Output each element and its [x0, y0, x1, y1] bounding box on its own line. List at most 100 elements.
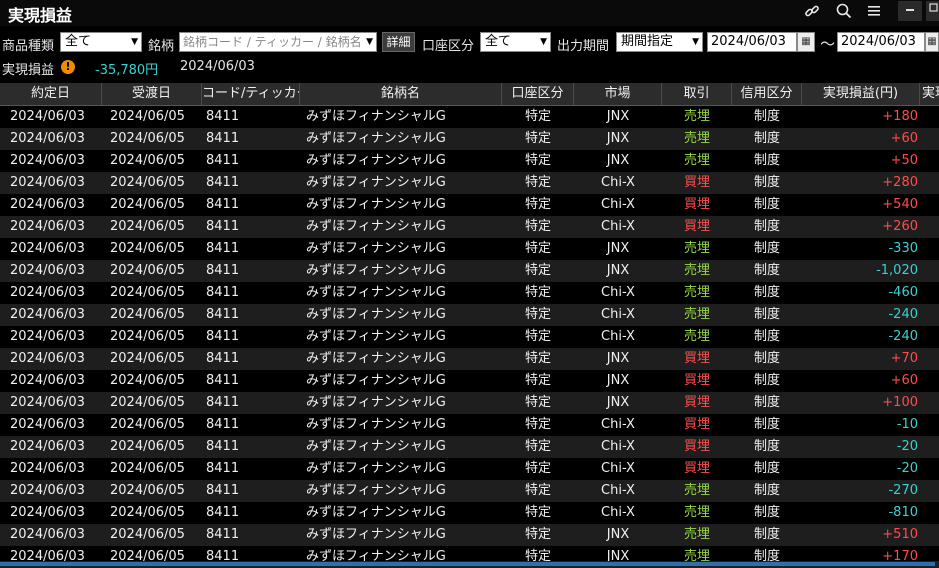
table-row[interactable]: 2024/06/03 2024/06/05 8411 みずほフィナンシャルG 特定 JNX…	[0, 150, 939, 172]
column-header-trade-date[interactable]: 約定日	[0, 83, 102, 105]
table-row[interactable]: 2024/06/03 2024/06/05 8411 みずほフィナンシャルG 特定 JNX…	[0, 238, 939, 260]
cell-settlement-date: 2024/06/05	[110, 175, 185, 190]
cell-trade-date: 2024/06/03	[10, 527, 85, 542]
cell-margin-type: 制度	[753, 373, 780, 388]
column-header-account[interactable]: 口座区分	[502, 83, 574, 105]
cell-settlement-date: 2024/06/05	[110, 483, 185, 498]
cell-name: みずほフィナンシャルG	[306, 439, 446, 454]
cell-name: みずほフィナンシャルG	[306, 483, 446, 498]
account-type-select[interactable]: 全て ▼	[480, 32, 551, 52]
column-header-margin-type[interactable]: 信用区分	[732, 83, 802, 105]
table-row[interactable]: 2024/06/03 2024/06/05 8411 みずほフィナンシャルG 特定 Chi…	[0, 458, 939, 480]
chevron-down-icon: ▼	[692, 37, 699, 47]
column-header-trade[interactable]: 取引	[662, 83, 732, 105]
cell-market: Chi-X	[601, 175, 635, 190]
cell-account: 特定	[524, 285, 551, 300]
realized-pl-table: 約定日 受渡日 コード/ティッカー 銘柄名 口座区分 市場 取引 信用区分 実現…	[0, 83, 939, 568]
cell-trade: 買埋	[683, 219, 710, 234]
table-row[interactable]: 2024/06/03 2024/06/05 8411 みずほフィナンシャルG 特定 Chi…	[0, 480, 939, 502]
cell-name: みずほフィナンシャルG	[306, 417, 446, 432]
table-row[interactable]: 2024/06/03 2024/06/05 8411 みずほフィナンシャルG 特定 JNX…	[0, 260, 939, 282]
menu-icon-svg	[868, 6, 880, 16]
cell-margin-type: 制度	[753, 461, 780, 476]
table-row[interactable]: 2024/06/03 2024/06/05 8411 みずほフィナンシャルG 特定 Chi…	[0, 436, 939, 458]
cell-margin-type: 制度	[753, 329, 780, 344]
table-row[interactable]: 2024/06/03 2024/06/05 8411 みずほフィナンシャルG 特定 Chi…	[0, 216, 939, 238]
chevron-down-icon: ▼	[540, 37, 547, 47]
cell-code: 8411	[206, 461, 240, 476]
cell-code: 8411	[206, 131, 240, 146]
table-row[interactable]: 2024/06/03 2024/06/05 8411 みずほフィナンシャルG 特定 JNX…	[0, 128, 939, 150]
link-icon[interactable]	[802, 3, 822, 23]
date-from-input[interactable]: 2024/06/03	[707, 32, 797, 52]
cell-trade: 買埋	[683, 439, 710, 454]
symbol-label: 銘柄	[148, 39, 175, 54]
scrollbar-thumb[interactable]	[0, 562, 935, 566]
cell-realized-pl: +510	[882, 527, 918, 542]
table-row[interactable]: 2024/06/03 2024/06/05 8411 みずほフィナンシャルG 特定 JNX…	[0, 348, 939, 370]
cell-market: JNX	[606, 373, 630, 388]
table-row[interactable]: 2024/06/03 2024/06/05 8411 みずほフィナンシャルG 特定 Chi…	[0, 172, 939, 194]
table-row[interactable]: 2024/06/03 2024/06/05 8411 みずほフィナンシャルG 特定 Chi…	[0, 282, 939, 304]
cell-trade-date: 2024/06/03	[10, 131, 85, 146]
restore-icon[interactable]	[926, 1, 939, 21]
minimize-icon[interactable]	[898, 1, 922, 21]
symbol-input[interactable]: 銘柄コード / ティッカー / 銘柄名 ▼	[179, 32, 377, 52]
cell-settlement-date: 2024/06/05	[110, 241, 185, 256]
calendar-icon[interactable]: ▦	[797, 32, 815, 52]
cell-market: Chi-X	[601, 307, 635, 322]
cell-trade: 売埋	[683, 109, 710, 124]
horizontal-scrollbar[interactable]	[0, 561, 939, 568]
period-select[interactable]: 期間指定 ▼	[616, 32, 703, 52]
cell-account: 特定	[524, 395, 551, 410]
account-type-value: 全て	[485, 34, 512, 49]
table-row[interactable]: 2024/06/03 2024/06/05 8411 みずほフィナンシャルG 特定 Chi…	[0, 194, 939, 216]
column-header-name[interactable]: 銘柄名	[300, 83, 502, 105]
cell-margin-type: 制度	[753, 109, 780, 124]
table-body: 2024/06/03 2024/06/05 8411 みずほフィナンシャルG 特定 JNX…	[0, 106, 939, 568]
table-row[interactable]: 2024/06/03 2024/06/05 8411 みずほフィナンシャルG 特定 JNX…	[0, 524, 939, 546]
table-row[interactable]: 2024/06/03 2024/06/05 8411 みずほフィナンシャルG 特定 JNX…	[0, 392, 939, 414]
account-type-label: 口座区分	[422, 39, 475, 54]
column-header-settlement-date[interactable]: 受渡日	[102, 83, 202, 105]
table-row[interactable]: 2024/06/03 2024/06/05 8411 みずほフィナンシャルG 特定 Chi…	[0, 414, 939, 436]
summary-bar: 実現損益 ! -35,780円 2024/06/03	[0, 58, 939, 80]
cell-settlement-date: 2024/06/05	[110, 417, 185, 432]
cell-realized-pl: -270	[888, 483, 918, 498]
cell-trade-date: 2024/06/03	[10, 285, 85, 300]
table-row[interactable]: 2024/06/03 2024/06/05 8411 みずほフィナンシャルG 特定 Chi…	[0, 502, 939, 524]
menu-icon[interactable]	[864, 3, 884, 23]
product-type-select[interactable]: 全て ▼	[60, 32, 142, 52]
cell-realized-pl: +70	[890, 351, 918, 366]
cell-code: 8411	[206, 219, 240, 234]
cell-account: 特定	[524, 505, 551, 520]
cell-settlement-date: 2024/06/05	[110, 197, 185, 212]
column-header-code[interactable]: コード/ティッカー	[202, 83, 300, 105]
table-row[interactable]: 2024/06/03 2024/06/05 8411 みずほフィナンシャルG 特定 Chi…	[0, 304, 939, 326]
warning-icon[interactable]: !	[61, 60, 75, 74]
column-header-realized-extra[interactable]: 実現	[920, 83, 939, 105]
cell-trade: 売埋	[683, 263, 710, 278]
table-row[interactable]: 2024/06/03 2024/06/05 8411 みずほフィナンシャルG 特定 Chi…	[0, 326, 939, 348]
cell-trade-date: 2024/06/03	[10, 439, 85, 454]
table-row[interactable]: 2024/06/03 2024/06/05 8411 みずほフィナンシャルG 特定 JNX…	[0, 370, 939, 392]
cell-settlement-date: 2024/06/05	[110, 527, 185, 542]
date-to-input[interactable]: 2024/06/03	[837, 32, 925, 52]
cell-settlement-date: 2024/06/05	[110, 439, 185, 454]
search-icon[interactable]	[834, 3, 854, 23]
cell-trade-date: 2024/06/03	[10, 373, 85, 388]
column-header-market[interactable]: 市場	[574, 83, 662, 105]
detail-button[interactable]: 詳細	[382, 32, 415, 52]
cell-settlement-date: 2024/06/05	[110, 131, 185, 146]
cell-market: JNX	[606, 109, 630, 124]
calendar-icon[interactable]: ▦	[925, 32, 939, 52]
table-row[interactable]: 2024/06/03 2024/06/05 8411 みずほフィナンシャルG 特定 JNX…	[0, 106, 939, 128]
cell-name: みずほフィナンシャルG	[306, 285, 446, 300]
cell-account: 特定	[524, 351, 551, 366]
cell-trade: 売埋	[683, 153, 710, 168]
cell-realized-pl: +60	[890, 131, 918, 146]
output-period-label: 出力期間	[557, 39, 610, 54]
cell-trade: 売埋	[683, 483, 710, 498]
cell-code: 8411	[206, 505, 240, 520]
column-header-realized-pl[interactable]: 実現損益(円)	[802, 83, 920, 105]
